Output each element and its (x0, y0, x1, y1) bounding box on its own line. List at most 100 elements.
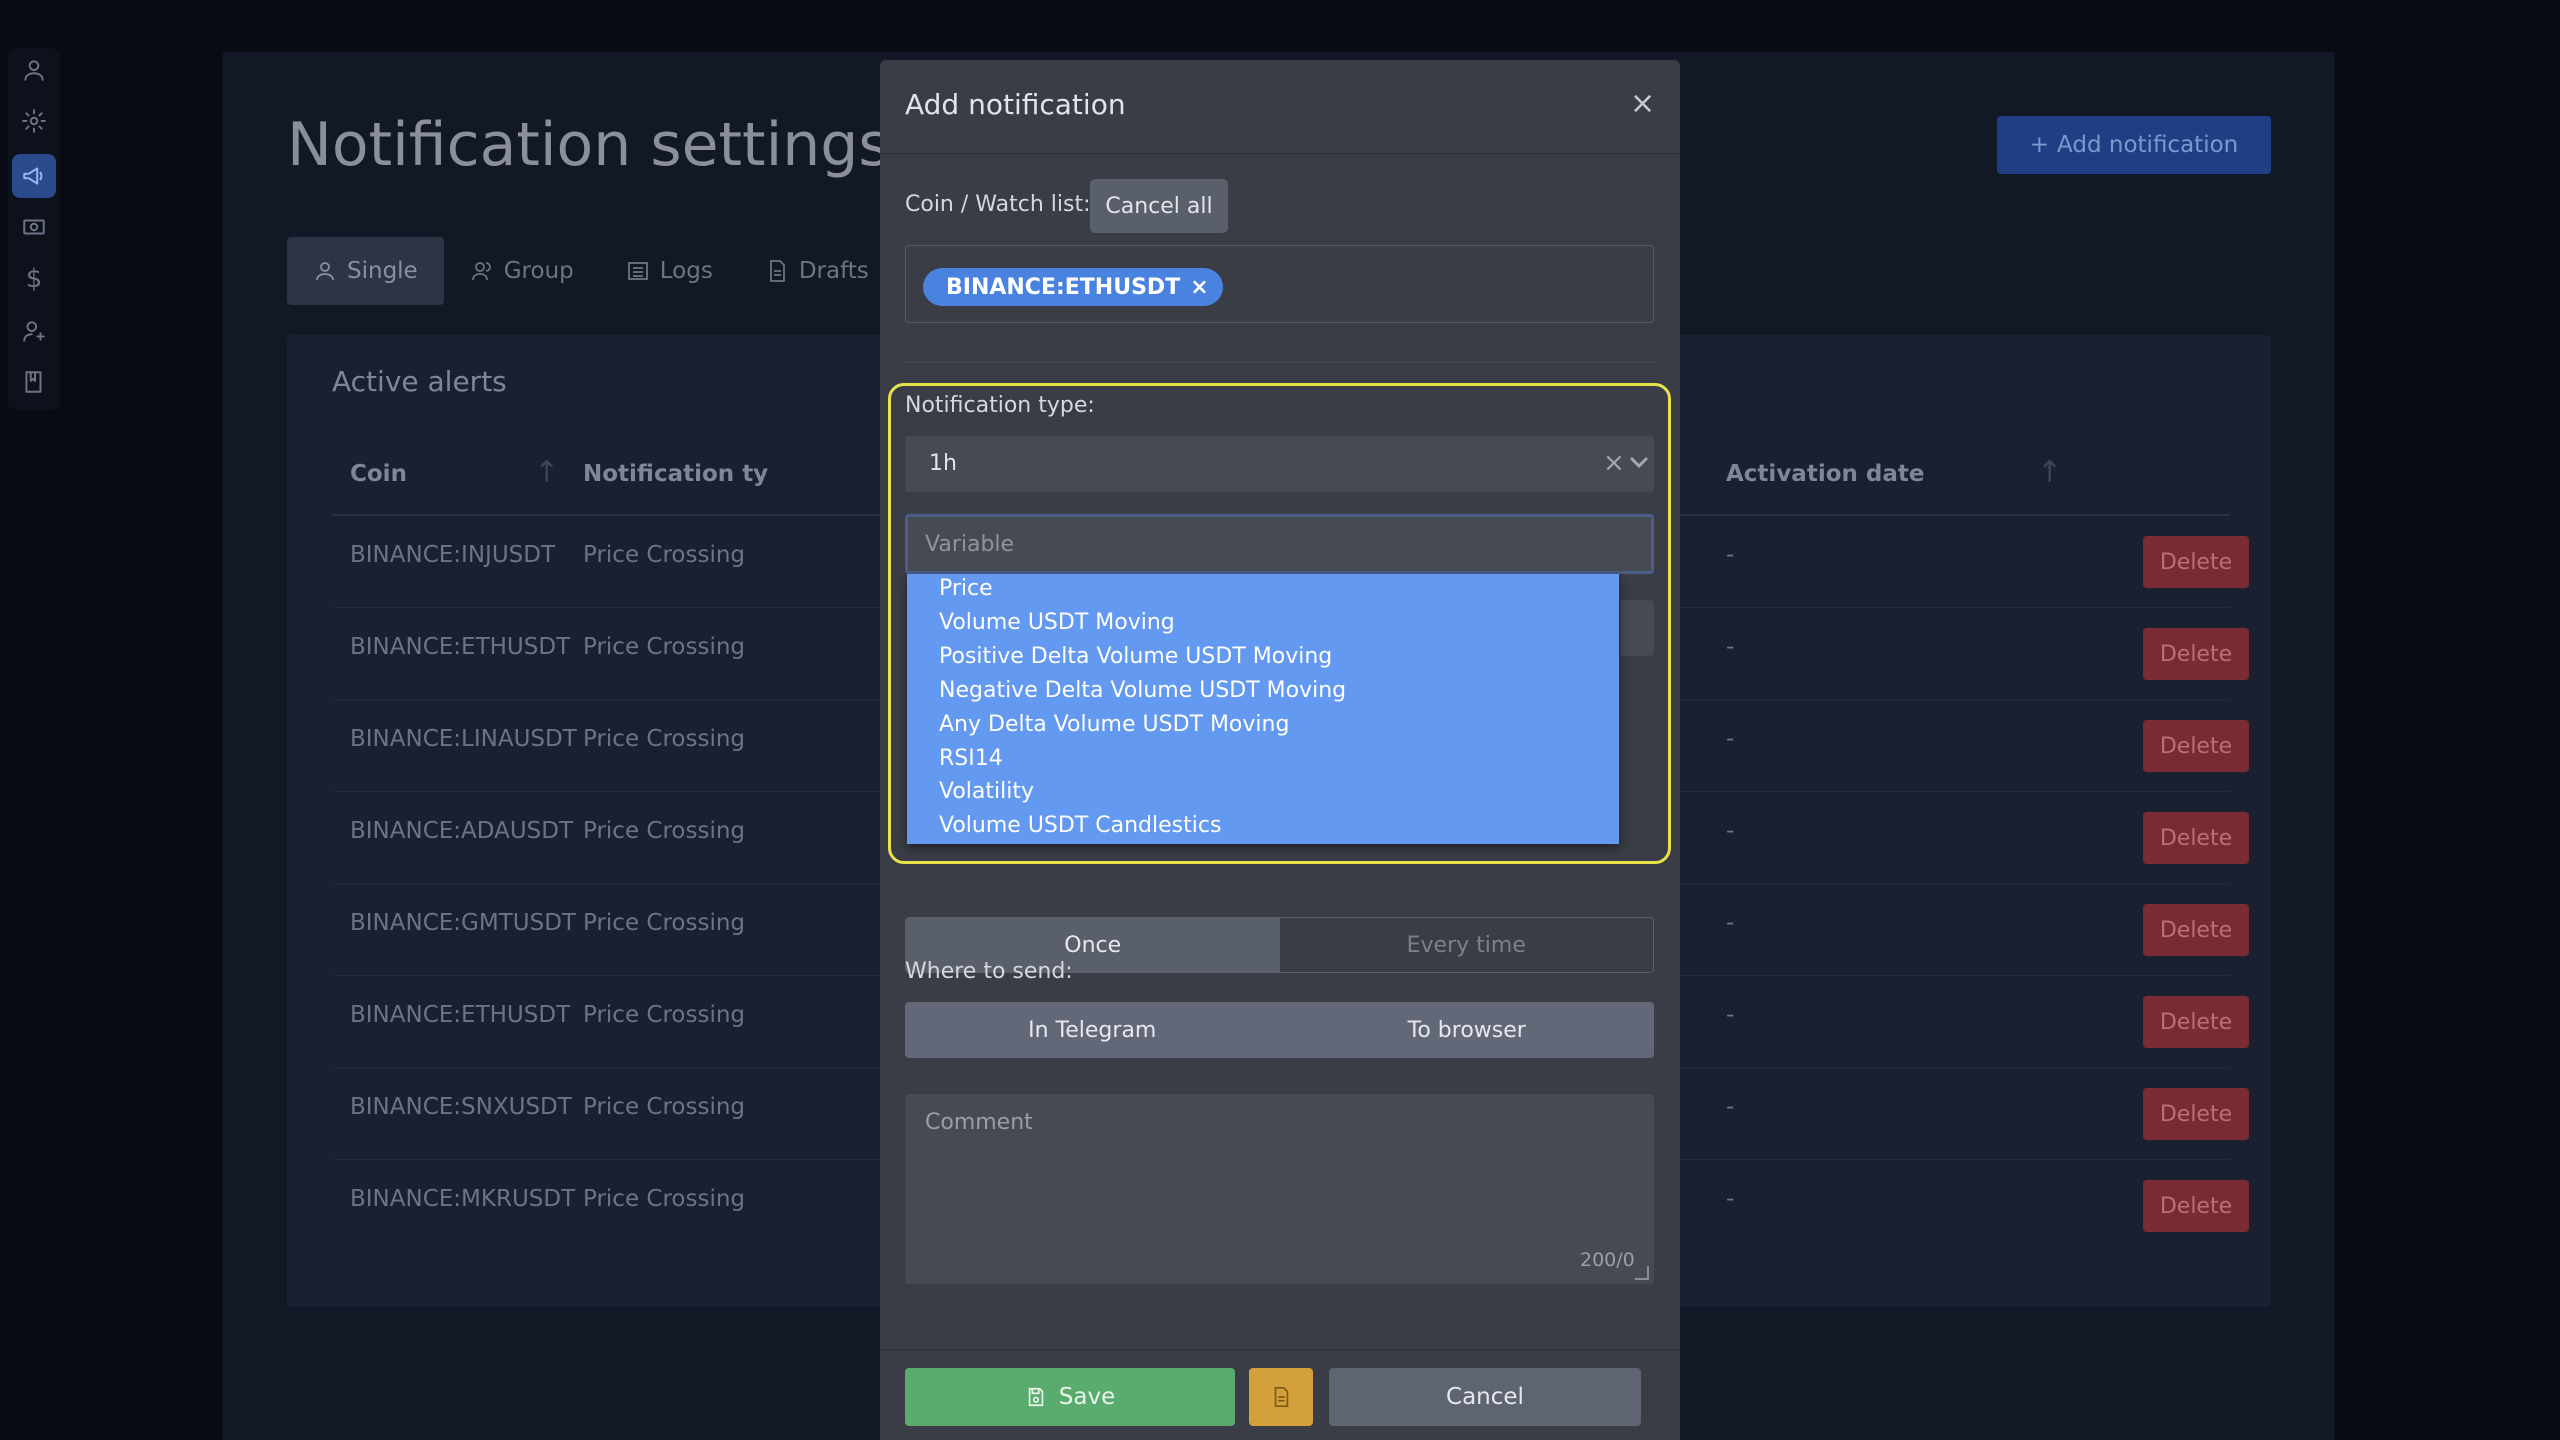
dropdown-option[interactable]: Negative Delta Volume USDT Moving (939, 678, 1346, 703)
chevron-down-icon[interactable] (1627, 450, 1651, 474)
delete-button[interactable]: Delete (2143, 904, 2249, 956)
users-icon (471, 262, 491, 281)
notification-type-select[interactable]: 1h × (905, 436, 1654, 492)
megaphone-icon (23, 167, 43, 185)
save-draft-button[interactable] (1249, 1368, 1313, 1426)
gear-icon (22, 109, 46, 133)
delete-button[interactable]: Delete (2143, 536, 2249, 588)
activation-cell: - (1726, 1094, 1735, 1120)
sidebar-item-billing[interactable] (12, 205, 56, 249)
tab-group[interactable]: Group (444, 237, 600, 305)
sidebar: $ (8, 48, 60, 410)
comment-textarea[interactable]: Comment 200/0 (905, 1094, 1654, 1284)
user-plus-icon (23, 321, 45, 342)
hidden-field-edge (1620, 600, 1654, 656)
type-cell: Price Crossing (583, 542, 746, 568)
type-cell: Price Crossing (583, 818, 746, 844)
sidebar-item-settings[interactable] (12, 99, 56, 143)
coin-cell: BINANCE:ETHUSDT (350, 1002, 571, 1028)
frequency-every-time-button[interactable]: Every time (1279, 918, 1653, 972)
activation-cell: - (1726, 1002, 1735, 1028)
tab-logs[interactable]: Logs (600, 237, 739, 305)
page-title: Notification settings (287, 110, 890, 180)
coin-cell: BINANCE:ADAUSDT (350, 818, 574, 844)
coin-cell: BINANCE:LINAUSDT (350, 726, 577, 752)
sidebar-item-notifications[interactable] (12, 154, 56, 198)
delete-button[interactable]: Delete (2143, 1180, 2249, 1232)
save-label: Save (1058, 1384, 1116, 1410)
chip-remove-icon[interactable]: × (1190, 275, 1208, 300)
send-browser-button[interactable]: To browser (1280, 1002, 1655, 1058)
add-notification-modal: Add notification × Coin / Watch list: Ca… (880, 60, 1680, 1440)
tab-label: Drafts (798, 258, 869, 284)
coin-tag-input[interactable]: BINANCE:ETHUSDT × (905, 245, 1654, 323)
coin-chip: BINANCE:ETHUSDT × (923, 268, 1223, 306)
type-cell: Price Crossing (583, 1186, 746, 1212)
dropdown-option[interactable]: Any Delta Volume USDT Moving (939, 712, 1289, 737)
coin-cell: BINANCE:ETHUSDT (350, 634, 571, 660)
delete-button[interactable]: Delete (2143, 812, 2249, 864)
coin-cell: BINANCE:GMTUSDT (350, 910, 576, 936)
dropdown-option[interactable]: Volume USDT Candlestics (939, 813, 1221, 838)
save-icon (1028, 1387, 1044, 1407)
sort-arrow-icon[interactable]: ↑ (2037, 455, 2062, 490)
book-icon (25, 371, 42, 393)
tab-label: Logs (659, 258, 713, 284)
send-telegram-button[interactable]: In Telegram (905, 1002, 1280, 1058)
section-divider (905, 362, 1654, 363)
activation-cell: - (1726, 542, 1735, 568)
dropdown-option[interactable]: Volume USDT Moving (939, 610, 1175, 635)
type-cell: Price Crossing (583, 1094, 746, 1120)
close-icon[interactable]: × (1630, 86, 1655, 121)
tabs: Single Group Logs Drafts (287, 237, 895, 305)
tab-single[interactable]: Single (287, 237, 444, 305)
dropdown-option[interactable]: Volatility (939, 779, 1034, 804)
delete-button[interactable]: Delete (2143, 1088, 2249, 1140)
column-header-type[interactable]: Notification ty (583, 461, 768, 487)
comment-counter: 200/0 (1580, 1249, 1635, 1271)
delete-button[interactable]: Delete (2143, 628, 2249, 680)
document-icon (769, 260, 785, 282)
column-header-activation[interactable]: Activation date (1726, 461, 1924, 487)
modal-header: Add notification × (880, 60, 1680, 154)
send-target-toggle: In Telegram To browser (905, 1002, 1654, 1058)
dropdown-option[interactable]: Positive Delta Volume USDT Moving (939, 644, 1332, 669)
sidebar-item-profile[interactable] (12, 48, 56, 92)
column-header-coin[interactable]: Coin (350, 461, 407, 487)
type-cell: Price Crossing (583, 1002, 746, 1028)
dropdown-option[interactable]: RSI14 (939, 746, 1003, 771)
selected-value: 1h (929, 451, 957, 476)
sidebar-item-docs[interactable] (12, 360, 56, 404)
tab-label: Single (347, 258, 418, 284)
activation-cell: - (1726, 726, 1735, 752)
user-icon (24, 60, 44, 81)
type-cell: Price Crossing (583, 910, 746, 936)
delete-button[interactable]: Delete (2143, 720, 2249, 772)
variable-dropdown-list: Price Volume USDT Moving Positive Delta … (907, 574, 1619, 844)
cancel-all-button[interactable]: Cancel all (1090, 179, 1228, 233)
type-cell: Price Crossing (583, 634, 746, 660)
sidebar-item-add-user[interactable] (12, 309, 56, 353)
add-notification-button[interactable]: + Add notification (1997, 116, 2271, 174)
dropdown-option[interactable]: Price (939, 576, 993, 601)
coin-cell: BINANCE:INJUSDT (350, 542, 556, 568)
variable-select[interactable]: Variable (905, 514, 1654, 574)
cancel-button[interactable]: Cancel (1329, 1368, 1641, 1426)
sort-arrow-icon[interactable]: ↑ (534, 455, 559, 490)
dollar-icon: $ (25, 264, 43, 294)
save-button[interactable]: Save (905, 1368, 1235, 1426)
user-icon (316, 262, 334, 281)
activation-cell: - (1726, 818, 1735, 844)
clear-icon[interactable]: × (1603, 448, 1625, 478)
tab-label: Group (503, 258, 574, 284)
coin-cell: BINANCE:SNXUSDT (350, 1094, 572, 1120)
type-cell: Price Crossing (583, 726, 746, 752)
sidebar-item-payments[interactable]: $ (12, 257, 56, 301)
activation-cell: - (1726, 634, 1735, 660)
resize-handle-icon[interactable] (1635, 1266, 1649, 1280)
plus-icon: + (2029, 132, 2050, 158)
alerts-title: Active alerts (332, 365, 507, 398)
tab-drafts[interactable]: Drafts (739, 237, 895, 305)
notification-type-label: Notification type: (905, 393, 1095, 418)
delete-button[interactable]: Delete (2143, 996, 2249, 1048)
